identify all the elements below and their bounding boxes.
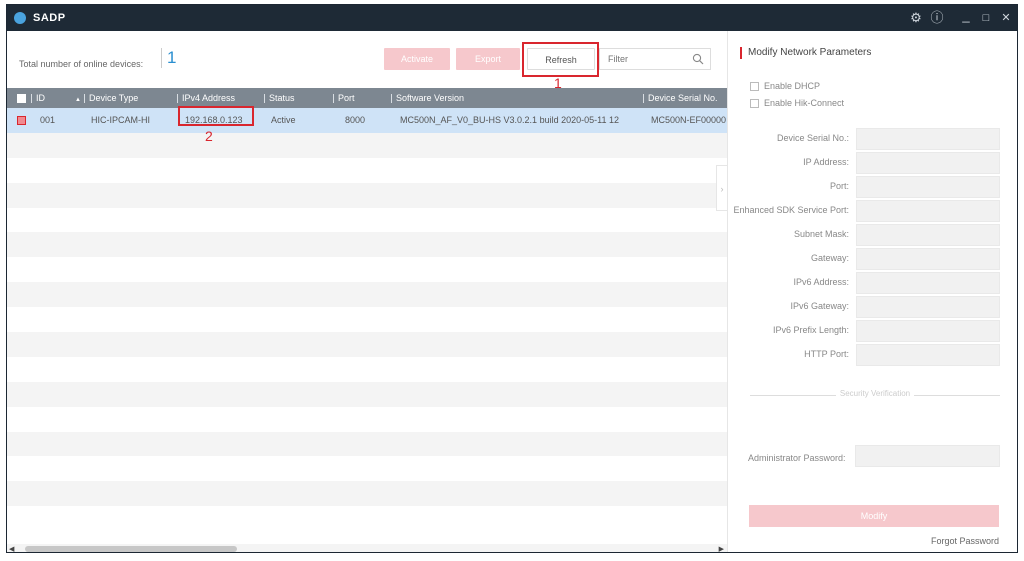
cell-port: 8000 [345,115,366,125]
refresh-highlight-box [522,42,599,77]
total-devices-count: 1 [161,48,176,68]
gateway-label: Gateway: [810,253,849,263]
panel-title: Modify Network Parameters [740,47,871,59]
table-row [7,381,727,407]
cell-serial: MC500N-EF00000 [651,115,727,125]
subnet-mask-field[interactable] [856,224,1000,246]
panel-collapse-handle[interactable]: › [716,165,727,211]
column-header-software-version[interactable]: Software Version [391,88,464,108]
column-header-id[interactable]: ID [31,88,45,108]
column-header-device-type[interactable]: ▲ Device Type [75,88,138,108]
scrollbar-thumb[interactable] [25,546,237,552]
ipv6-prefix-length-field[interactable] [856,320,1000,342]
table-row [7,157,727,183]
select-all-checkbox[interactable] [17,94,26,103]
close-icon[interactable]: ✕ [997,9,1015,27]
table-row [7,232,727,258]
cell-id: 001 [40,115,56,125]
security-verification-label: Security Verification [835,389,915,398]
port-label: Port: [829,181,849,191]
device-list-pane: Total number of online devices: 1 Activa… [7,31,727,552]
enable-hik-connect-checkbox[interactable] [750,99,759,109]
table-row [7,207,727,233]
forgot-password-link[interactable]: Forgot Password [931,536,999,546]
app-title: SADP [33,12,66,24]
total-devices-label: Total number of online devices: [19,59,144,69]
table-row [7,356,727,382]
enhanced-sdk-port-label: Enhanced SDK Service Port: [733,205,849,215]
gear-icon[interactable]: ⚙ [907,9,925,27]
modify-button[interactable]: Modify [749,505,999,527]
table-row [7,431,727,457]
table-header: ID ▲ Device Type IPv4 Address Status Port… [7,88,727,108]
sadp-logo-icon [14,12,26,24]
horizontal-scrollbar[interactable]: ◀ ▶ [7,544,727,552]
column-header-status[interactable]: Status [264,88,295,108]
sadp-window: SADP ⚙ ⓘ _ □ ✕ Total number of online de… [6,4,1018,553]
ipv6-gateway-label: IPv6 Gateway: [790,301,849,311]
table-row [7,182,727,208]
cell-status: Active [271,115,296,125]
enable-hik-connect-option[interactable]: Enable Hik-Connect [750,98,844,109]
subnet-mask-label: Subnet Mask: [793,229,849,239]
ipv6-prefix-length-label: IPv6 Prefix Length: [772,325,849,335]
filter-box [599,48,711,70]
sort-arrow-icon: ▲ [75,97,81,103]
enable-dhcp-option[interactable]: Enable DHCP [750,81,820,92]
title-bar: SADP ⚙ ⓘ _ □ ✕ [7,5,1017,31]
table-row[interactable]: 001 HIC-IPCAM-HI 192.168.0.123 Active 80… [7,108,727,133]
ipv6-gateway-field[interactable] [856,296,1000,318]
port-field[interactable] [856,176,1000,198]
device-serial-field[interactable] [856,128,1000,150]
modify-network-panel: Modify Network Parameters Enable DHCP En… [727,31,1017,552]
table-row [7,506,727,532]
http-port-label: HTTP Port: [804,349,849,359]
minimize-icon[interactable]: _ [957,7,975,25]
ip-address-label: IP Address: [803,157,849,167]
activate-button[interactable]: Activate [384,48,450,70]
table-row [7,406,727,432]
table-row [7,456,727,482]
ipv6-address-label: IPv6 Address: [793,277,849,287]
gateway-field[interactable] [856,248,1000,270]
table-row [7,332,727,357]
filter-input[interactable] [600,49,686,69]
export-button[interactable]: Export [456,48,520,70]
cell-device-type: HIC-IPCAM-HI [91,115,150,125]
column-header-port[interactable]: Port [333,88,355,108]
column-header-serial[interactable]: Device Serial No. [643,88,718,108]
search-icon[interactable] [692,53,704,65]
maximize-icon[interactable]: □ [977,9,995,27]
info-icon[interactable]: ⓘ [928,9,946,27]
admin-password-field[interactable] [855,445,1000,467]
scroll-right-arrow-icon[interactable]: ▶ [719,545,724,552]
scroll-left-arrow-icon[interactable]: ◀ [9,545,14,552]
device-serial-label: Device Serial No.: [776,133,849,143]
ip-address-field[interactable] [856,152,1000,174]
row-checkbox[interactable] [17,116,26,125]
table-row [7,282,727,308]
enhanced-sdk-port-field[interactable] [856,200,1000,222]
table-row [7,307,727,333]
http-port-field[interactable] [856,344,1000,366]
cell-software-version: MC500N_AF_V0_BU-HS V3.0.2.1 build 2020-0… [400,115,619,125]
ipv6-address-field[interactable] [856,272,1000,294]
enable-dhcp-checkbox[interactable] [750,82,759,92]
column-header-ipv4[interactable]: IPv4 Address [177,88,235,108]
ip-step-marker: 2 [205,128,213,144]
table-row [7,257,727,283]
admin-password-label: Administrator Password: [748,453,846,463]
ip-highlight-box [178,106,254,126]
table-row [7,132,727,158]
security-verification-divider: Security Verification [750,389,1000,401]
table-row [7,481,727,507]
device-table-body: 001 HIC-IPCAM-HI 192.168.0.123 Active 80… [7,108,727,540]
